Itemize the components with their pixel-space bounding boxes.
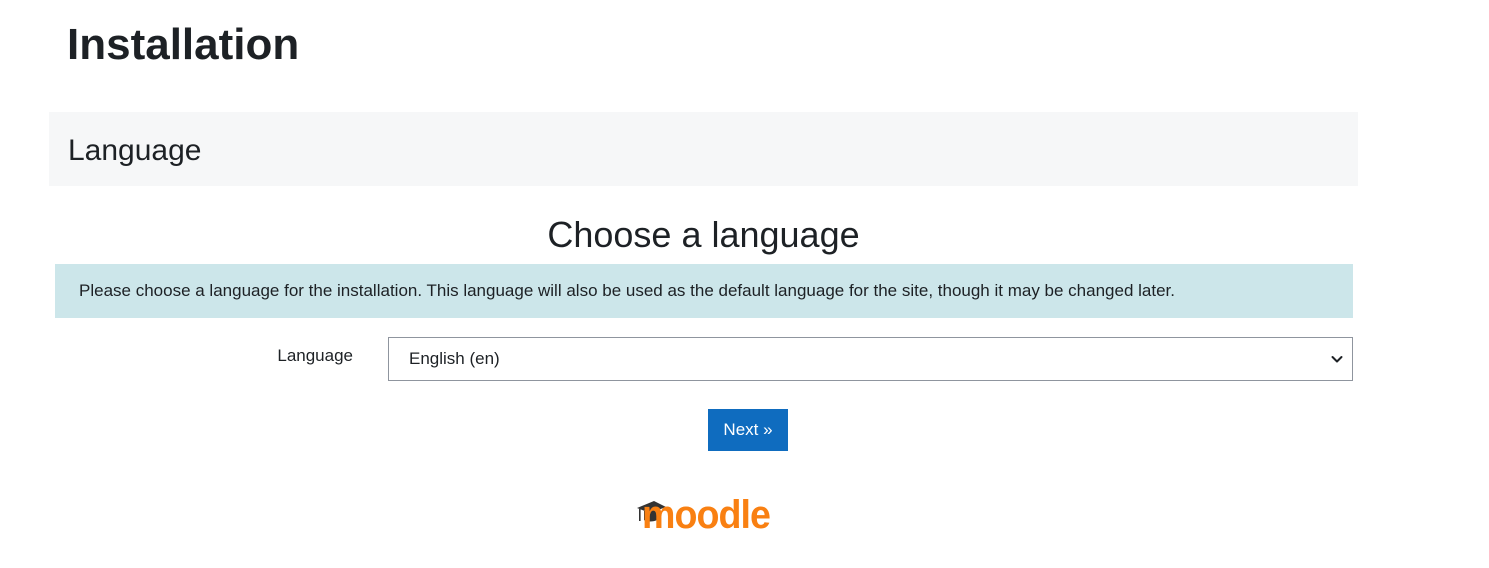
section-header: Language [49,112,1358,186]
language-select[interactable]: English (en) [388,337,1353,381]
language-label: Language [277,346,353,365]
install-page: Installation Language Choose a language … [0,0,1489,568]
logo-text: moodle [642,493,770,534]
stage-heading: Choose a language [547,214,860,255]
next-button[interactable]: Next » [708,409,788,451]
info-text: Please choose a language for the install… [79,281,1175,300]
section-title: Language [68,134,202,167]
chevron-down-icon [1331,356,1343,363]
moodle-logo: moodle [637,493,771,534]
page-title: Installation [67,20,300,69]
info-alert: Please choose a language for the install… [55,264,1353,318]
language-select-value: English (en) [409,349,500,368]
